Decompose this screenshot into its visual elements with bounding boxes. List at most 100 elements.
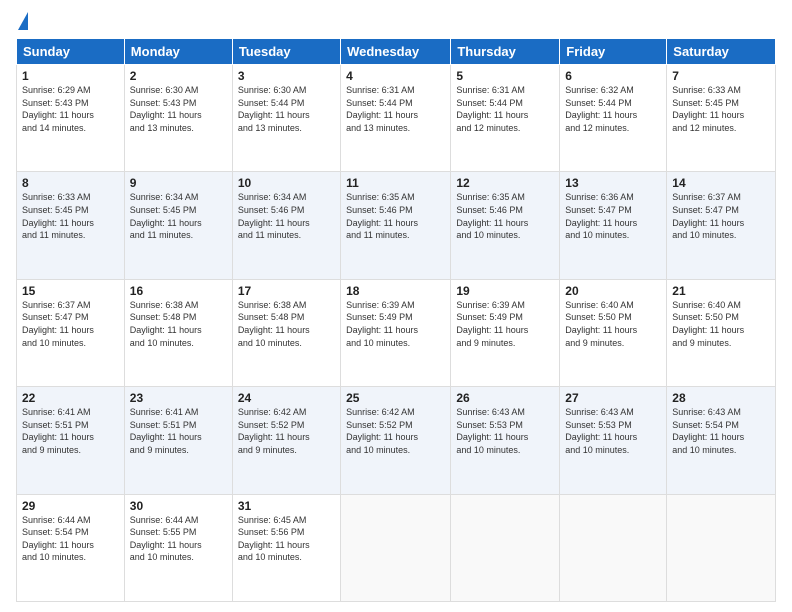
header (16, 12, 776, 30)
cell-sun-info: Sunrise: 6:40 AM Sunset: 5:50 PM Dayligh… (672, 299, 770, 349)
cell-sun-info: Sunrise: 6:38 AM Sunset: 5:48 PM Dayligh… (238, 299, 335, 349)
day-number: 22 (22, 391, 119, 405)
cell-sun-info: Sunrise: 6:44 AM Sunset: 5:54 PM Dayligh… (22, 514, 119, 564)
day-number: 25 (346, 391, 445, 405)
calendar-week-row: 22Sunrise: 6:41 AM Sunset: 5:51 PM Dayli… (17, 387, 776, 494)
calendar-cell: 13Sunrise: 6:36 AM Sunset: 5:47 PM Dayli… (560, 172, 667, 279)
calendar-week-row: 8Sunrise: 6:33 AM Sunset: 5:45 PM Daylig… (17, 172, 776, 279)
cell-sun-info: Sunrise: 6:35 AM Sunset: 5:46 PM Dayligh… (346, 191, 445, 241)
calendar-weekday-header: Friday (560, 39, 667, 65)
day-number: 11 (346, 176, 445, 190)
calendar-cell: 31Sunrise: 6:45 AM Sunset: 5:56 PM Dayli… (232, 494, 340, 601)
day-number: 19 (456, 284, 554, 298)
day-number: 16 (130, 284, 227, 298)
cell-sun-info: Sunrise: 6:37 AM Sunset: 5:47 PM Dayligh… (22, 299, 119, 349)
day-number: 15 (22, 284, 119, 298)
day-number: 20 (565, 284, 661, 298)
calendar-week-row: 29Sunrise: 6:44 AM Sunset: 5:54 PM Dayli… (17, 494, 776, 601)
calendar-weekday-header: Saturday (667, 39, 776, 65)
cell-sun-info: Sunrise: 6:41 AM Sunset: 5:51 PM Dayligh… (130, 406, 227, 456)
calendar-cell: 19Sunrise: 6:39 AM Sunset: 5:49 PM Dayli… (451, 279, 560, 386)
day-number: 7 (672, 69, 770, 83)
calendar-cell: 29Sunrise: 6:44 AM Sunset: 5:54 PM Dayli… (17, 494, 125, 601)
calendar-cell: 5Sunrise: 6:31 AM Sunset: 5:44 PM Daylig… (451, 65, 560, 172)
cell-sun-info: Sunrise: 6:33 AM Sunset: 5:45 PM Dayligh… (672, 84, 770, 134)
calendar-cell: 16Sunrise: 6:38 AM Sunset: 5:48 PM Dayli… (124, 279, 232, 386)
calendar-cell: 9Sunrise: 6:34 AM Sunset: 5:45 PM Daylig… (124, 172, 232, 279)
day-number: 26 (456, 391, 554, 405)
cell-sun-info: Sunrise: 6:44 AM Sunset: 5:55 PM Dayligh… (130, 514, 227, 564)
day-number: 30 (130, 499, 227, 513)
cell-sun-info: Sunrise: 6:39 AM Sunset: 5:49 PM Dayligh… (346, 299, 445, 349)
calendar-weekday-header: Monday (124, 39, 232, 65)
day-number: 24 (238, 391, 335, 405)
calendar-cell: 23Sunrise: 6:41 AM Sunset: 5:51 PM Dayli… (124, 387, 232, 494)
cell-sun-info: Sunrise: 6:42 AM Sunset: 5:52 PM Dayligh… (238, 406, 335, 456)
calendar-cell: 2Sunrise: 6:30 AM Sunset: 5:43 PM Daylig… (124, 65, 232, 172)
day-number: 23 (130, 391, 227, 405)
cell-sun-info: Sunrise: 6:30 AM Sunset: 5:43 PM Dayligh… (130, 84, 227, 134)
calendar-cell: 18Sunrise: 6:39 AM Sunset: 5:49 PM Dayli… (341, 279, 451, 386)
calendar-weekday-header: Tuesday (232, 39, 340, 65)
calendar-cell: 1Sunrise: 6:29 AM Sunset: 5:43 PM Daylig… (17, 65, 125, 172)
calendar-cell: 25Sunrise: 6:42 AM Sunset: 5:52 PM Dayli… (341, 387, 451, 494)
page: SundayMondayTuesdayWednesdayThursdayFrid… (0, 0, 792, 612)
calendar-cell: 8Sunrise: 6:33 AM Sunset: 5:45 PM Daylig… (17, 172, 125, 279)
logo-triangle-icon (18, 12, 28, 30)
calendar-table: SundayMondayTuesdayWednesdayThursdayFrid… (16, 38, 776, 602)
cell-sun-info: Sunrise: 6:39 AM Sunset: 5:49 PM Dayligh… (456, 299, 554, 349)
calendar-cell: 14Sunrise: 6:37 AM Sunset: 5:47 PM Dayli… (667, 172, 776, 279)
calendar-cell (341, 494, 451, 601)
calendar-week-row: 1Sunrise: 6:29 AM Sunset: 5:43 PM Daylig… (17, 65, 776, 172)
calendar-cell: 7Sunrise: 6:33 AM Sunset: 5:45 PM Daylig… (667, 65, 776, 172)
calendar-cell: 3Sunrise: 6:30 AM Sunset: 5:44 PM Daylig… (232, 65, 340, 172)
calendar-weekday-header: Wednesday (341, 39, 451, 65)
day-number: 4 (346, 69, 445, 83)
cell-sun-info: Sunrise: 6:35 AM Sunset: 5:46 PM Dayligh… (456, 191, 554, 241)
cell-sun-info: Sunrise: 6:41 AM Sunset: 5:51 PM Dayligh… (22, 406, 119, 456)
day-number: 2 (130, 69, 227, 83)
cell-sun-info: Sunrise: 6:45 AM Sunset: 5:56 PM Dayligh… (238, 514, 335, 564)
calendar-cell: 4Sunrise: 6:31 AM Sunset: 5:44 PM Daylig… (341, 65, 451, 172)
calendar-cell: 22Sunrise: 6:41 AM Sunset: 5:51 PM Dayli… (17, 387, 125, 494)
calendar-weekday-header: Thursday (451, 39, 560, 65)
calendar-cell: 6Sunrise: 6:32 AM Sunset: 5:44 PM Daylig… (560, 65, 667, 172)
day-number: 9 (130, 176, 227, 190)
calendar-cell (451, 494, 560, 601)
calendar-header-row: SundayMondayTuesdayWednesdayThursdayFrid… (17, 39, 776, 65)
day-number: 28 (672, 391, 770, 405)
day-number: 21 (672, 284, 770, 298)
day-number: 6 (565, 69, 661, 83)
day-number: 5 (456, 69, 554, 83)
day-number: 27 (565, 391, 661, 405)
cell-sun-info: Sunrise: 6:42 AM Sunset: 5:52 PM Dayligh… (346, 406, 445, 456)
cell-sun-info: Sunrise: 6:43 AM Sunset: 5:53 PM Dayligh… (565, 406, 661, 456)
calendar-cell: 24Sunrise: 6:42 AM Sunset: 5:52 PM Dayli… (232, 387, 340, 494)
cell-sun-info: Sunrise: 6:40 AM Sunset: 5:50 PM Dayligh… (565, 299, 661, 349)
day-number: 17 (238, 284, 335, 298)
day-number: 18 (346, 284, 445, 298)
day-number: 1 (22, 69, 119, 83)
logo (16, 12, 28, 30)
calendar-cell: 28Sunrise: 6:43 AM Sunset: 5:54 PM Dayli… (667, 387, 776, 494)
calendar-cell: 17Sunrise: 6:38 AM Sunset: 5:48 PM Dayli… (232, 279, 340, 386)
cell-sun-info: Sunrise: 6:34 AM Sunset: 5:46 PM Dayligh… (238, 191, 335, 241)
calendar-cell: 12Sunrise: 6:35 AM Sunset: 5:46 PM Dayli… (451, 172, 560, 279)
calendar-week-row: 15Sunrise: 6:37 AM Sunset: 5:47 PM Dayli… (17, 279, 776, 386)
cell-sun-info: Sunrise: 6:30 AM Sunset: 5:44 PM Dayligh… (238, 84, 335, 134)
calendar-cell: 27Sunrise: 6:43 AM Sunset: 5:53 PM Dayli… (560, 387, 667, 494)
calendar-cell: 21Sunrise: 6:40 AM Sunset: 5:50 PM Dayli… (667, 279, 776, 386)
cell-sun-info: Sunrise: 6:31 AM Sunset: 5:44 PM Dayligh… (346, 84, 445, 134)
calendar-cell (667, 494, 776, 601)
cell-sun-info: Sunrise: 6:43 AM Sunset: 5:53 PM Dayligh… (456, 406, 554, 456)
calendar-cell: 10Sunrise: 6:34 AM Sunset: 5:46 PM Dayli… (232, 172, 340, 279)
day-number: 12 (456, 176, 554, 190)
calendar-weekday-header: Sunday (17, 39, 125, 65)
calendar-cell (560, 494, 667, 601)
cell-sun-info: Sunrise: 6:33 AM Sunset: 5:45 PM Dayligh… (22, 191, 119, 241)
calendar-cell: 11Sunrise: 6:35 AM Sunset: 5:46 PM Dayli… (341, 172, 451, 279)
calendar-cell: 20Sunrise: 6:40 AM Sunset: 5:50 PM Dayli… (560, 279, 667, 386)
day-number: 10 (238, 176, 335, 190)
day-number: 31 (238, 499, 335, 513)
day-number: 3 (238, 69, 335, 83)
